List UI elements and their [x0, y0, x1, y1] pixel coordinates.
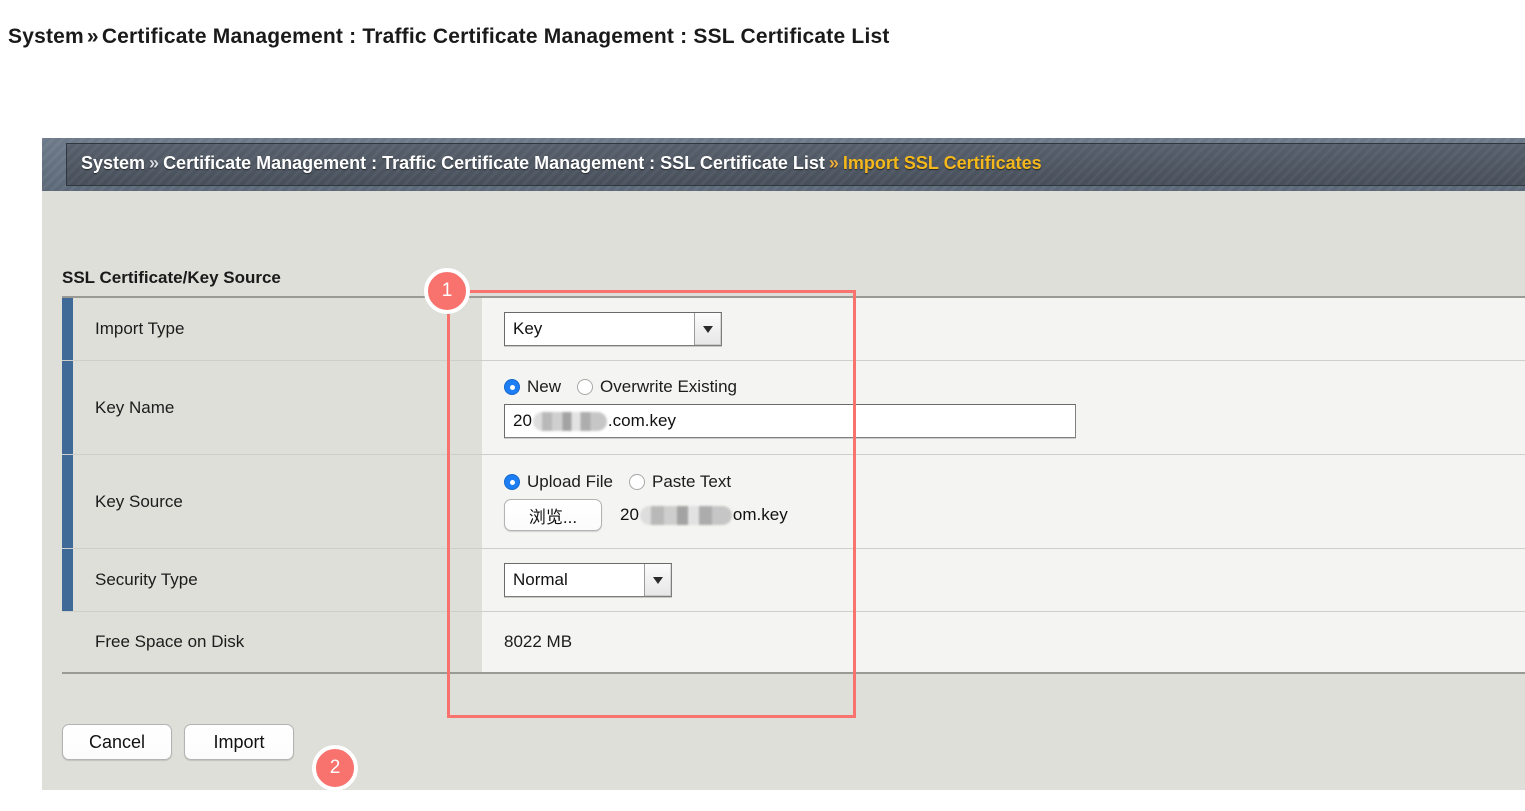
value-key-source: Upload File Paste Text 浏览... 20 om.key — [482, 455, 1525, 548]
section-title: SSL Certificate/Key Source — [62, 268, 281, 287]
cancel-button[interactable]: Cancel — [62, 724, 172, 760]
row-accent-bar — [62, 455, 73, 548]
breadcrumb-item-current: Import SSL Certificates — [842, 153, 1042, 173]
breadcrumb-chevron-current-icon: » — [828, 153, 839, 173]
radio-paste-text[interactable] — [629, 474, 645, 490]
radio-new-label: New — [527, 377, 562, 396]
file-name-suffix: om.key — [732, 504, 788, 524]
security-type-select-value: Normal — [505, 564, 644, 596]
table-row-key-source: Key Source Upload File Paste Text 浏览... … — [62, 455, 1525, 549]
row-accent-bar — [62, 361, 73, 454]
label-security-type: Security Type — [73, 549, 482, 611]
chevron-down-icon[interactable] — [644, 564, 671, 596]
breadcrumb-item-path[interactable]: Certificate Management : Traffic Certifi… — [163, 153, 825, 173]
label-key-name: Key Name — [73, 361, 482, 454]
key-source-radio-group: Upload File Paste Text — [504, 472, 1525, 492]
row-accent-bar — [62, 549, 73, 611]
key-source-file-picker: 浏览... 20 om.key — [504, 499, 1525, 531]
radio-upload-file-label: Upload File — [527, 472, 613, 491]
import-type-select-value: Key — [505, 313, 694, 345]
chevron-down-icon[interactable] — [694, 313, 721, 345]
import-button[interactable]: Import — [184, 724, 294, 760]
value-import-type: Key — [482, 298, 1525, 360]
label-key-source: Key Source — [73, 455, 482, 548]
radio-overwrite-existing-label: Overwrite Existing — [600, 377, 737, 396]
value-free-space-on-disk: 8022 MB — [482, 612, 1525, 672]
page-title-root: System — [8, 25, 84, 48]
key-name-value-suffix: .com.key — [607, 411, 676, 430]
security-type-select[interactable]: Normal — [504, 563, 672, 597]
value-security-type: Normal — [482, 549, 1525, 611]
breadcrumb-bar: System» Certificate Management : Traffic … — [66, 143, 1525, 186]
file-name-prefix: 20 — [620, 504, 639, 524]
table-row-security-type: Security Type Normal — [62, 549, 1525, 612]
selected-file-name: 20 om.key — [620, 505, 788, 525]
redaction-mask — [639, 506, 732, 525]
breadcrumb-chevron-icon: » — [149, 153, 160, 173]
radio-paste-text-label: Paste Text — [652, 472, 732, 491]
table-row-key-name: Key Name New Overwrite Existing 20 .com.k… — [62, 361, 1525, 455]
form-actions: Cancel Import — [62, 724, 306, 760]
browse-button[interactable]: 浏览... — [504, 499, 602, 531]
table-row-free-space: Free Space on Disk 8022 MB — [62, 612, 1525, 672]
page-title-separator-icon: » — [86, 25, 99, 48]
page-title-path: Certificate Management : Traffic Certifi… — [101, 25, 890, 48]
page-title: System» Certificate Management : Traffic … — [8, 18, 1268, 56]
table-row-import-type: Import Type Key — [62, 298, 1525, 361]
label-free-space-on-disk: Free Space on Disk — [73, 612, 482, 672]
panel-header-band: System» Certificate Management : Traffic … — [42, 138, 1525, 191]
value-key-name: New Overwrite Existing 20 .com.key — [482, 361, 1525, 454]
row-accent-bar-empty — [62, 612, 73, 672]
ssl-key-source-table: Import Type Key Key Name New Overwrite E… — [62, 296, 1525, 674]
annotation-badge-2: 2 — [312, 745, 358, 791]
label-import-type: Import Type — [73, 298, 482, 360]
radio-new[interactable] — [504, 379, 520, 395]
breadcrumb: System» Certificate Management : Traffic … — [81, 153, 1042, 174]
row-accent-bar — [62, 298, 73, 360]
key-name-radio-group: New Overwrite Existing — [504, 377, 1525, 397]
key-name-value-prefix: 20 — [513, 411, 532, 430]
breadcrumb-item-system[interactable]: System — [81, 153, 145, 173]
radio-upload-file[interactable] — [504, 474, 520, 490]
annotation-badge-1: 1 — [424, 268, 470, 314]
import-ssl-certificates-panel: System» Certificate Management : Traffic … — [42, 138, 1525, 790]
redaction-mask — [532, 411, 607, 431]
import-type-select[interactable]: Key — [504, 312, 722, 346]
key-name-input[interactable]: 20 .com.key — [504, 404, 1076, 438]
radio-overwrite-existing[interactable] — [577, 379, 594, 395]
